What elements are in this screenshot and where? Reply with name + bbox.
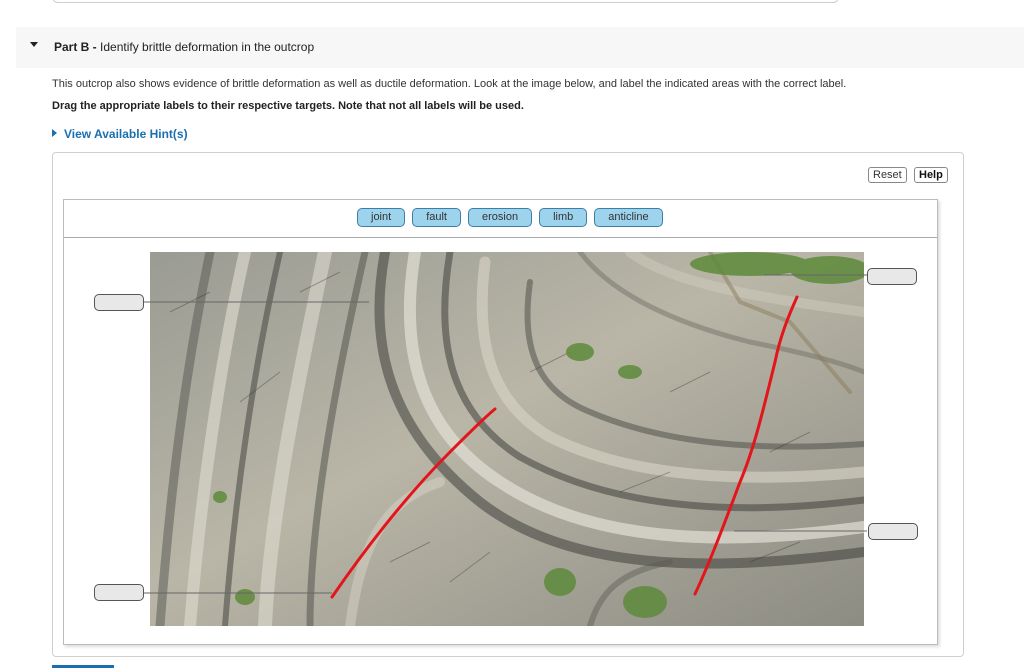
- drop-target-1[interactable]: [94, 294, 144, 311]
- label-chip-joint[interactable]: joint: [357, 208, 406, 227]
- part-label: Part B -: [54, 40, 97, 54]
- label-chip-anticline[interactable]: anticline: [594, 208, 663, 227]
- label-tray: joint fault erosion limb anticline: [64, 200, 937, 238]
- part-header[interactable]: Part B - Identify brittle deformation in…: [16, 27, 1024, 68]
- help-button[interactable]: Help: [914, 167, 948, 183]
- part-title-text: Identify brittle deformation in the outc…: [100, 40, 315, 54]
- previous-part-panel: [52, 0, 839, 3]
- drop-target-3[interactable]: [867, 268, 917, 285]
- caret-right-icon: [52, 129, 57, 137]
- intro-text: This outcrop also shows evidence of brit…: [52, 78, 847, 90]
- drop-target-2[interactable]: [94, 584, 144, 601]
- reset-button[interactable]: Reset: [868, 167, 907, 183]
- label-chip-erosion[interactable]: erosion: [467, 208, 533, 227]
- drop-target-4[interactable]: [868, 523, 918, 540]
- drag-drop-workspace: joint fault erosion limb anticline: [63, 199, 938, 645]
- part-title: Part B - Identify brittle deformation in…: [54, 40, 314, 54]
- view-hints-label: View Available Hint(s): [64, 127, 188, 141]
- outcrop-photo: [150, 252, 864, 626]
- collapse-caret-icon[interactable]: [30, 42, 38, 47]
- label-chip-fault[interactable]: fault: [412, 208, 461, 227]
- label-chip-limb[interactable]: limb: [539, 208, 588, 227]
- labeling-panel: Reset Help joint fault erosion limb anti…: [52, 152, 964, 657]
- view-hints-link[interactable]: View Available Hint(s): [52, 127, 188, 141]
- instruction-text: Drag the appropriate labels to their res…: [52, 100, 524, 112]
